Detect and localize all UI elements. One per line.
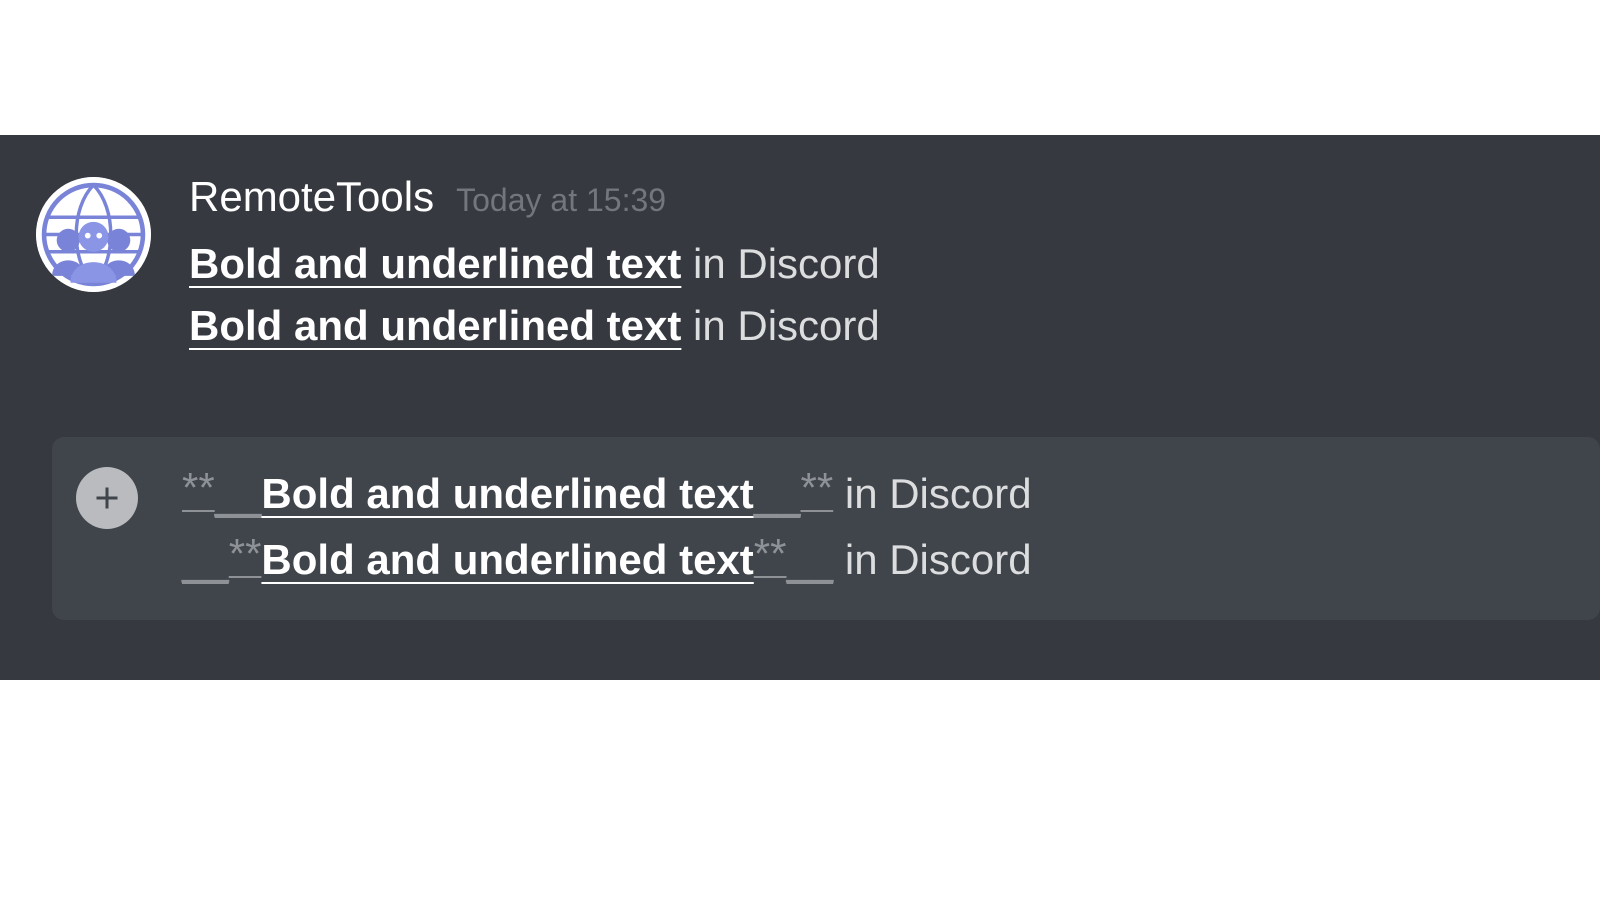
markdown-syntax-open-outer: __ bbox=[182, 536, 229, 583]
markdown-syntax-close-outer: __ bbox=[786, 536, 833, 583]
bold-underlined-segment: Bold and underlined text bbox=[261, 470, 753, 517]
discord-message-panel: RemoteTools Today at 15:39 Bold and unde… bbox=[0, 135, 1600, 680]
avatar-container[interactable] bbox=[36, 177, 151, 357]
markdown-syntax-open-outer: ** bbox=[182, 464, 215, 511]
outer-whitespace-bottom bbox=[0, 680, 1600, 910]
message-input-box[interactable]: **__Bold and underlined text__** in Disc… bbox=[52, 437, 1600, 620]
avatar bbox=[36, 177, 151, 292]
markdown-syntax-close-inner: ** bbox=[754, 530, 787, 577]
message-text-rest: in Discord bbox=[681, 302, 879, 349]
message-line-1: Bold and underlined text in Discord bbox=[189, 233, 1564, 295]
input-text-rest: in Discord bbox=[833, 470, 1031, 517]
outer-whitespace-top bbox=[0, 0, 1600, 135]
avatar-globe-people-icon bbox=[36, 177, 151, 292]
bold-underlined-segment: Bold and underlined text bbox=[189, 240, 681, 287]
markdown-syntax-open-inner: ** bbox=[229, 530, 262, 577]
markdown-syntax-close-outer: ** bbox=[801, 464, 834, 511]
add-attachment-button[interactable] bbox=[76, 467, 138, 529]
message-text-rest: in Discord bbox=[681, 240, 879, 287]
author-name[interactable]: RemoteTools bbox=[189, 173, 434, 221]
message-input-text[interactable]: **__Bold and underlined text__** in Disc… bbox=[182, 461, 1576, 592]
input-line-2: __**Bold and underlined text**__ in Disc… bbox=[182, 527, 1576, 593]
message-body: RemoteTools Today at 15:39 Bold and unde… bbox=[189, 171, 1564, 357]
plus-icon bbox=[89, 480, 125, 516]
message-timestamp: Today at 15:39 bbox=[456, 182, 666, 219]
message-line-2: Bold and underlined text in Discord bbox=[189, 295, 1564, 357]
message-header: RemoteTools Today at 15:39 bbox=[189, 173, 1564, 221]
bold-underlined-segment: Bold and underlined text bbox=[189, 302, 681, 349]
input-text-rest: in Discord bbox=[833, 536, 1031, 583]
markdown-syntax-close-inner: __ bbox=[754, 470, 801, 517]
chat-message: RemoteTools Today at 15:39 Bold and unde… bbox=[0, 171, 1600, 357]
input-line-1: **__Bold and underlined text__** in Disc… bbox=[182, 461, 1576, 527]
markdown-syntax-open-inner: __ bbox=[215, 470, 262, 517]
bold-underlined-segment: Bold and underlined text bbox=[261, 536, 753, 583]
